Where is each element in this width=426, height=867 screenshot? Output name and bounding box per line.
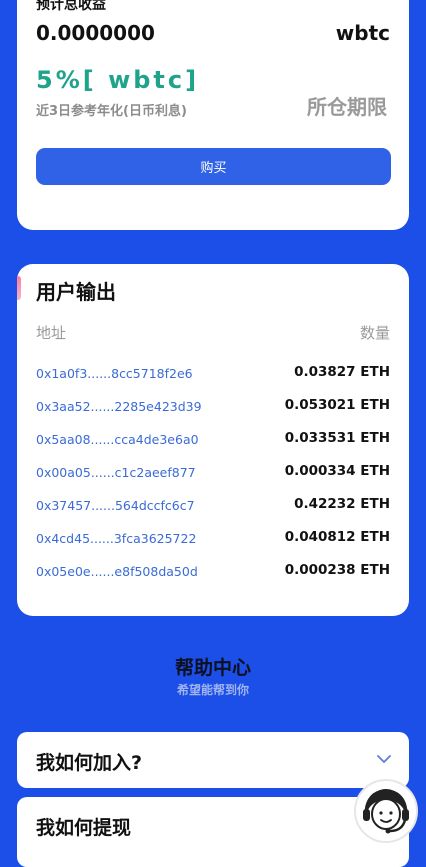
output-row: 0x3aa52......2285e423d39 0.053021 ETH <box>36 395 390 428</box>
output-row: 0x1a0f3......8cc5718f2e6 0.03827 ETH <box>36 362 390 395</box>
output-address: 0x4cd45......3fca3625722 <box>36 531 197 546</box>
output-row: 0x00a05......c1c2aeef877 0.000334 ETH <box>36 461 390 494</box>
title-accent-bar <box>17 276 21 300</box>
output-address: 0x00a05......c1c2aeef877 <box>36 465 196 480</box>
customer-support-icon[interactable] <box>353 778 419 844</box>
annual-rate: 5%[ wbtc] <box>36 66 200 94</box>
earnings-value: 0.0000000 <box>36 21 155 45</box>
earnings-unit: wbtc <box>335 21 390 45</box>
output-row: 0x5aa08......cca4de3e6a0 0.033531 ETH <box>36 428 390 461</box>
address-column-header: 地址 <box>36 324 67 342</box>
user-output-title: 用户输出 <box>36 280 116 304</box>
help-center-subtitle: 希望能帮到你 <box>176 683 249 697</box>
output-row: 0x4cd45......3fca3625722 0.040812 ETH <box>36 527 390 560</box>
output-amount: 0.000238 ETH <box>284 562 390 578</box>
output-row: 0x37457......564dccfc6c7 0.42232 ETH <box>36 494 390 527</box>
output-list: 0x1a0f3......8cc5718f2e6 0.03827 ETH 0x3… <box>36 362 390 593</box>
lock-period-label: 所仓期限 <box>307 95 387 119</box>
output-address: 0x05e0e......e8f508da50d <box>36 564 198 579</box>
output-amount: 0.040812 ETH <box>284 529 390 545</box>
user-output-card: 用户输出 地址 数量 0x1a0f3......8cc5718f2e6 0.03… <box>17 264 409 616</box>
buy-button[interactable]: 购买 <box>36 148 391 185</box>
faq-item-join[interactable]: 我如何加入? <box>17 732 409 788</box>
faq-question: 我如何加入? <box>36 752 143 774</box>
output-row: 0x05e0e......e8f508da50d 0.000238 ETH <box>36 560 390 593</box>
output-amount: 0.03827 ETH <box>294 364 390 380</box>
chevron-down-icon <box>377 755 391 763</box>
output-amount: 0.42232 ETH <box>294 496 390 512</box>
earnings-card: 预计总收益 0.0000000 wbtc 5%[ wbtc] 近3日参考年化(日… <box>17 0 409 230</box>
output-address: 0x37457......564dccfc6c7 <box>36 498 195 513</box>
help-center-title: 帮助中心 <box>174 657 251 679</box>
faq-question: 我如何提现 <box>36 817 132 839</box>
output-address: 0x5aa08......cca4de3e6a0 <box>36 432 199 447</box>
annual-rate-caption: 近3日参考年化(日币利息) <box>36 104 187 119</box>
output-address: 0x3aa52......2285e423d39 <box>36 399 202 414</box>
output-amount: 0.033531 ETH <box>284 430 390 446</box>
output-amount: 0.000334 ETH <box>284 463 390 479</box>
output-amount: 0.053021 ETH <box>284 397 390 413</box>
faq-item-withdraw[interactable]: 我如何提现 <box>17 797 409 867</box>
output-address: 0x1a0f3......8cc5718f2e6 <box>36 366 193 381</box>
amount-column-header: 数量 <box>359 324 390 342</box>
earnings-label: 预计总收益 <box>36 0 106 13</box>
